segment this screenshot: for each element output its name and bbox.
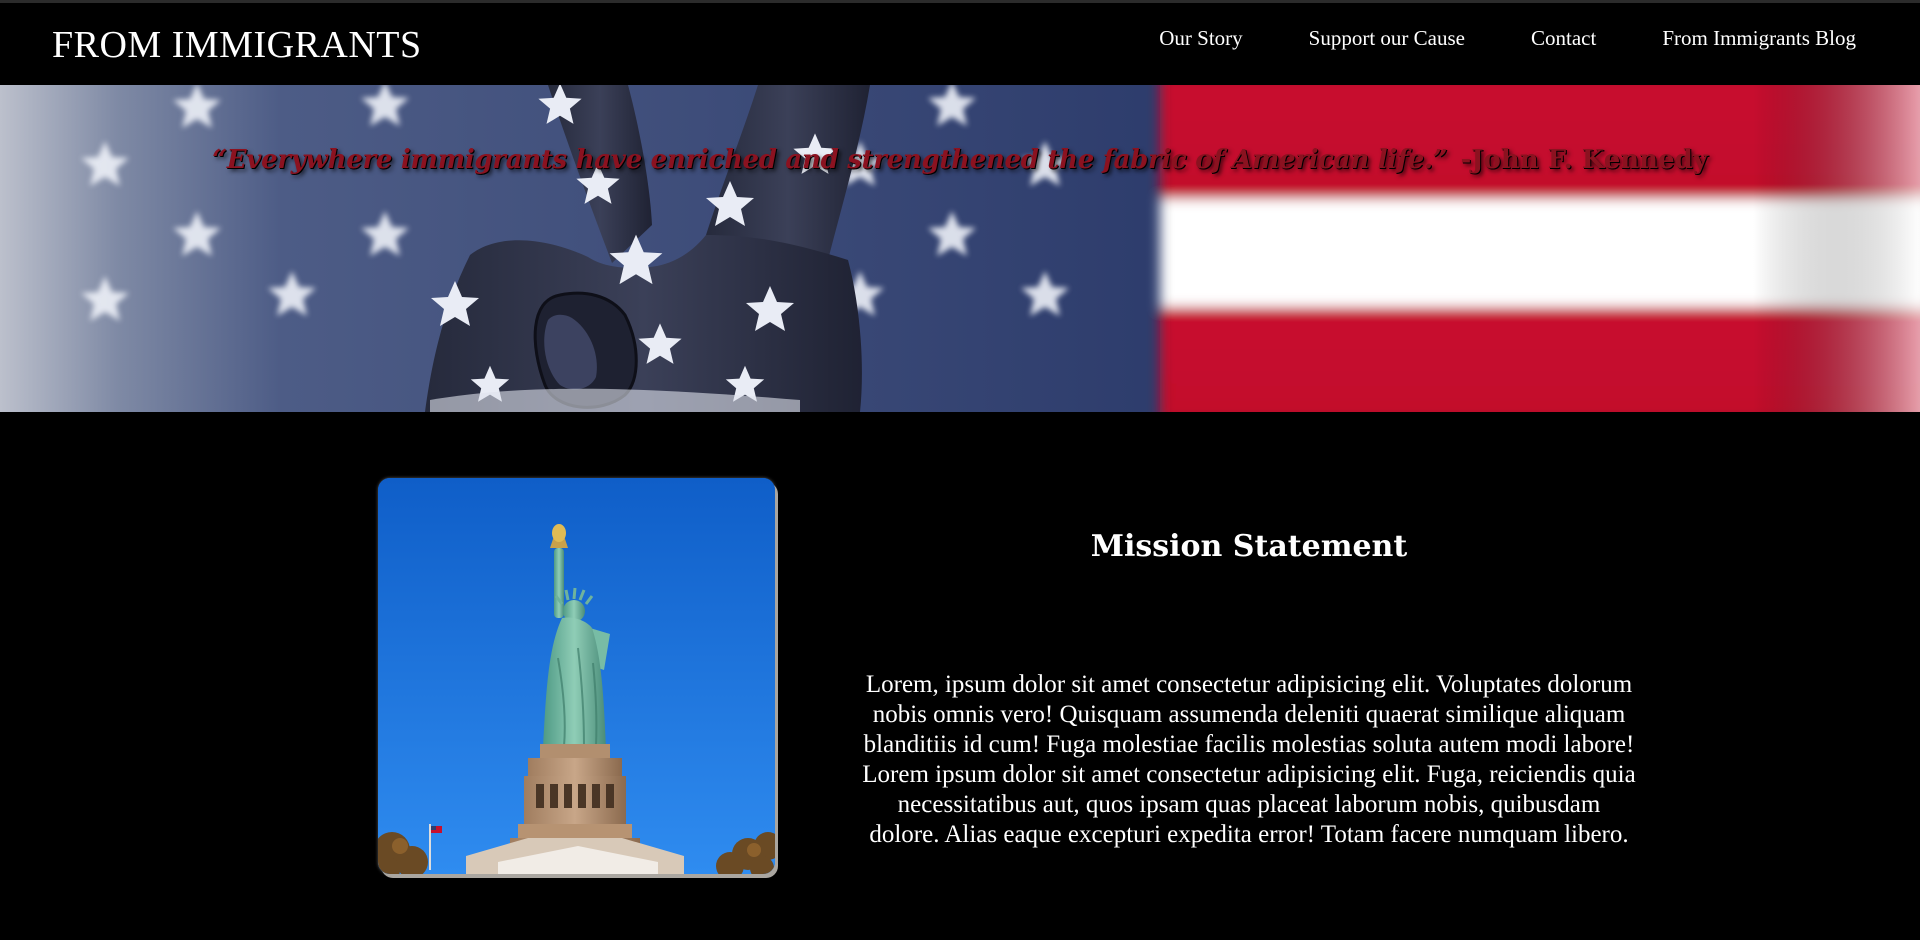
hero-flag-hand-image bbox=[0, 85, 1920, 412]
statue-of-liberty-photo bbox=[378, 478, 775, 874]
nav-link-support-our-cause[interactable]: Support our Cause bbox=[1309, 26, 1465, 51]
hero-quote: “Everywhere immigrants have enriched and… bbox=[0, 145, 1920, 175]
main-nav: Our Story Support our Cause Contact From… bbox=[1159, 23, 1856, 53]
site-header: FROM IMMIGRANTS Our Story Support our Ca… bbox=[0, 0, 1920, 85]
mission-statement-text: Lorem, ipsum dolor sit amet consectetur … bbox=[862, 671, 1636, 848]
hero-quote-author: -John F. Kennedy bbox=[1460, 145, 1708, 175]
site-logo-text[interactable]: FROM IMMIGRANTS bbox=[52, 23, 422, 67]
nav-link-blog[interactable]: From Immigrants Blog bbox=[1662, 26, 1856, 51]
nav-link-contact[interactable]: Contact bbox=[1531, 26, 1596, 51]
hero-quote-text: “Everywhere immigrants have enriched and… bbox=[212, 145, 1448, 175]
hero-banner: “Everywhere immigrants have enriched and… bbox=[0, 85, 1920, 412]
nav-link-our-story[interactable]: Our Story bbox=[1159, 26, 1242, 51]
mission-statement-heading: Mission Statement bbox=[1090, 528, 1408, 564]
